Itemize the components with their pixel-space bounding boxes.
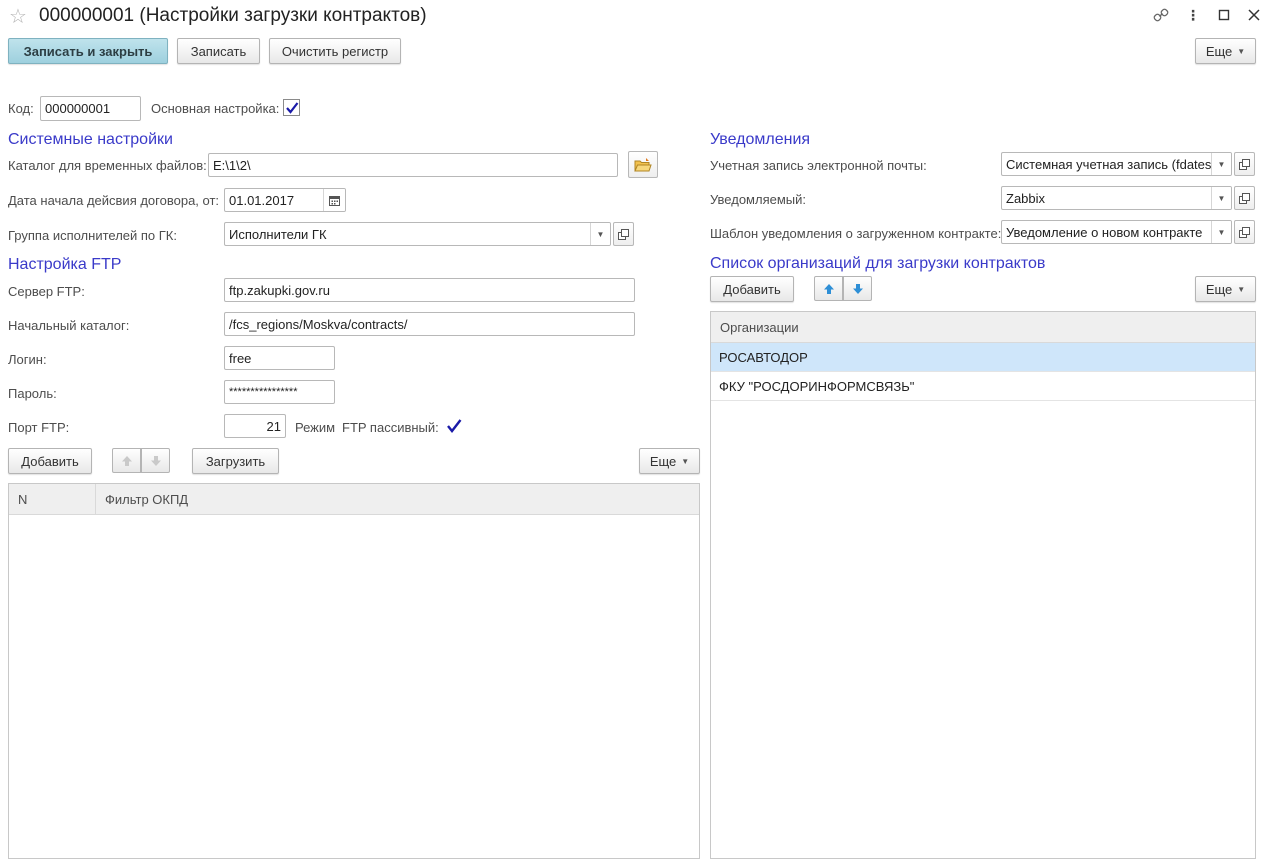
password-field[interactable]: **************** — [224, 380, 335, 404]
column-header-n[interactable]: N — [9, 484, 96, 514]
start-date-value: 01.01.2017 — [229, 192, 295, 208]
ftp-server-field[interactable]: ftp.zakupki.gov.ru — [224, 278, 635, 302]
okpd-more-button[interactable]: Еще ▼ — [639, 448, 700, 474]
orgs-title: Список организаций для загрузки контракт… — [710, 255, 1046, 272]
more-label: Еще — [1205, 281, 1233, 297]
main-setting-label: Основная настройка: — [151, 101, 280, 116]
calendar-icon[interactable] — [323, 189, 345, 211]
okpd-table-header: N Фильтр ОКПД — [9, 484, 699, 515]
open-form-icon[interactable] — [1234, 220, 1255, 244]
clear-register-button[interactable]: Очистить регистр — [269, 38, 401, 64]
open-form-icon[interactable] — [1234, 152, 1255, 176]
arrow-up-icon — [823, 283, 834, 294]
okpd-load-button[interactable]: Загрузить — [192, 448, 279, 474]
save-and-close-button[interactable]: Записать и закрыть — [8, 38, 168, 64]
arrow-up-icon — [121, 455, 132, 466]
passive-label: FTP пассивный: — [342, 420, 439, 435]
folder-open-icon — [634, 157, 652, 171]
maximize-icon[interactable] — [1215, 6, 1233, 24]
table-row[interactable]: РОСАВТОДОР — [711, 343, 1255, 372]
notifications-title: Уведомления — [710, 131, 811, 148]
orgs-move-down-button[interactable] — [843, 276, 872, 301]
password-label: Пароль: — [8, 386, 57, 401]
chevron-down-icon[interactable]: ▼ — [590, 223, 610, 245]
more-label: Еще — [649, 453, 677, 469]
okpd-add-button[interactable]: Добавить — [8, 448, 92, 474]
arrow-down-icon — [150, 455, 161, 466]
clear-register-label: Очистить регистр — [281, 43, 389, 59]
orgs-more-button[interactable]: Еще ▼ — [1195, 276, 1256, 302]
link-icon[interactable] — [1152, 6, 1170, 24]
okpd-move-up-button[interactable] — [112, 448, 141, 473]
chevron-down-icon[interactable]: ▼ — [1211, 221, 1231, 243]
start-date-field[interactable]: 01.01.2017 — [224, 188, 346, 212]
code-label: Код: — [8, 101, 34, 116]
open-form-icon[interactable] — [613, 222, 634, 246]
chevron-down-icon[interactable]: ▼ — [1211, 153, 1231, 175]
window-title: 000000001 (Настройки загрузки контрактов… — [39, 5, 427, 26]
executors-group-value: Исполнители ГК — [229, 226, 327, 242]
orgs-move-up-button[interactable] — [814, 276, 843, 301]
table-row[interactable]: ФКУ "РОСДОРИНФОРМСВЯЗЬ" — [711, 372, 1255, 401]
code-field[interactable]: 000000001 — [40, 96, 141, 121]
email-account-label: Учетная запись электронной почты: — [710, 158, 927, 173]
executors-group-label: Группа исполнителей по ГК: — [8, 228, 177, 243]
executors-group-field[interactable]: Исполнители ГК ▼ — [224, 222, 611, 246]
favorite-star-icon[interactable]: ☆ — [9, 4, 27, 29]
ftp-port-field[interactable]: 21 — [224, 414, 286, 438]
recipient-value: Zabbix — [1006, 190, 1046, 206]
more-button-top[interactable]: Еще ▼ — [1195, 38, 1256, 64]
kebab-menu-icon[interactable]: ⋮ — [1184, 6, 1202, 24]
email-account-value: Системная учетная запись (fdates — [1006, 156, 1211, 172]
template-label: Шаблон уведомления о загруженном контрак… — [710, 226, 1002, 241]
orgs-table-header: Организации — [711, 312, 1255, 343]
column-header-okpd-filter[interactable]: Фильтр ОКПД — [96, 484, 699, 514]
recipient-field[interactable]: Zabbix ▼ — [1001, 186, 1232, 210]
close-icon[interactable] — [1245, 6, 1263, 24]
column-header-organizations[interactable]: Организации — [711, 312, 1255, 342]
orgs-add-button[interactable]: Добавить — [710, 276, 794, 302]
mode-label: Режим — [295, 420, 336, 435]
template-field[interactable]: Уведомление о новом контракте ▼ — [1001, 220, 1232, 244]
chevron-down-icon: ▼ — [681, 456, 690, 466]
login-label: Логин: — [8, 352, 47, 367]
folder-open-button[interactable] — [628, 151, 658, 178]
okpd-move-down-button[interactable] — [141, 448, 170, 473]
ftp-dir-field[interactable]: /fcs_regions/Moskva/contracts/ — [224, 312, 635, 336]
ftp-server-label: Сервер FTP: — [8, 284, 85, 299]
passive-checkbox[interactable] — [445, 417, 462, 434]
chevron-down-icon: ▼ — [1237, 46, 1246, 56]
orgs-table[interactable]: Организации РОСАВТОДОР ФКУ "РОСДОРИНФОРМ… — [710, 311, 1256, 859]
ftp-settings-title: Настройка FTP — [8, 256, 122, 273]
more-label: Еще — [1205, 43, 1233, 59]
main-setting-checkbox[interactable] — [283, 99, 300, 116]
chevron-down-icon: ▼ — [1237, 284, 1246, 294]
recipient-label: Уведомляемый: — [710, 192, 806, 207]
ftp-dir-label: Начальный каталог: — [8, 318, 130, 333]
template-value: Уведомление о новом контракте — [1006, 224, 1203, 240]
login-field[interactable]: free — [224, 346, 335, 370]
arrow-down-icon — [852, 283, 863, 294]
start-date-label: Дата начала дейсвия договора, от: — [8, 193, 220, 208]
okpd-table[interactable]: N Фильтр ОКПД — [8, 483, 700, 859]
system-settings-title: Системные настройки — [8, 131, 173, 148]
email-account-field[interactable]: Системная учетная запись (fdates ▼ — [1001, 152, 1232, 176]
chevron-down-icon[interactable]: ▼ — [1211, 187, 1231, 209]
save-button[interactable]: Записать — [177, 38, 260, 64]
ftp-port-label: Порт FTP: — [8, 420, 70, 435]
temp-dir-field[interactable]: E:\1\2\ — [208, 153, 618, 177]
open-form-icon[interactable] — [1234, 186, 1255, 210]
temp-dir-label: Каталог для временных файлов: — [8, 158, 207, 173]
